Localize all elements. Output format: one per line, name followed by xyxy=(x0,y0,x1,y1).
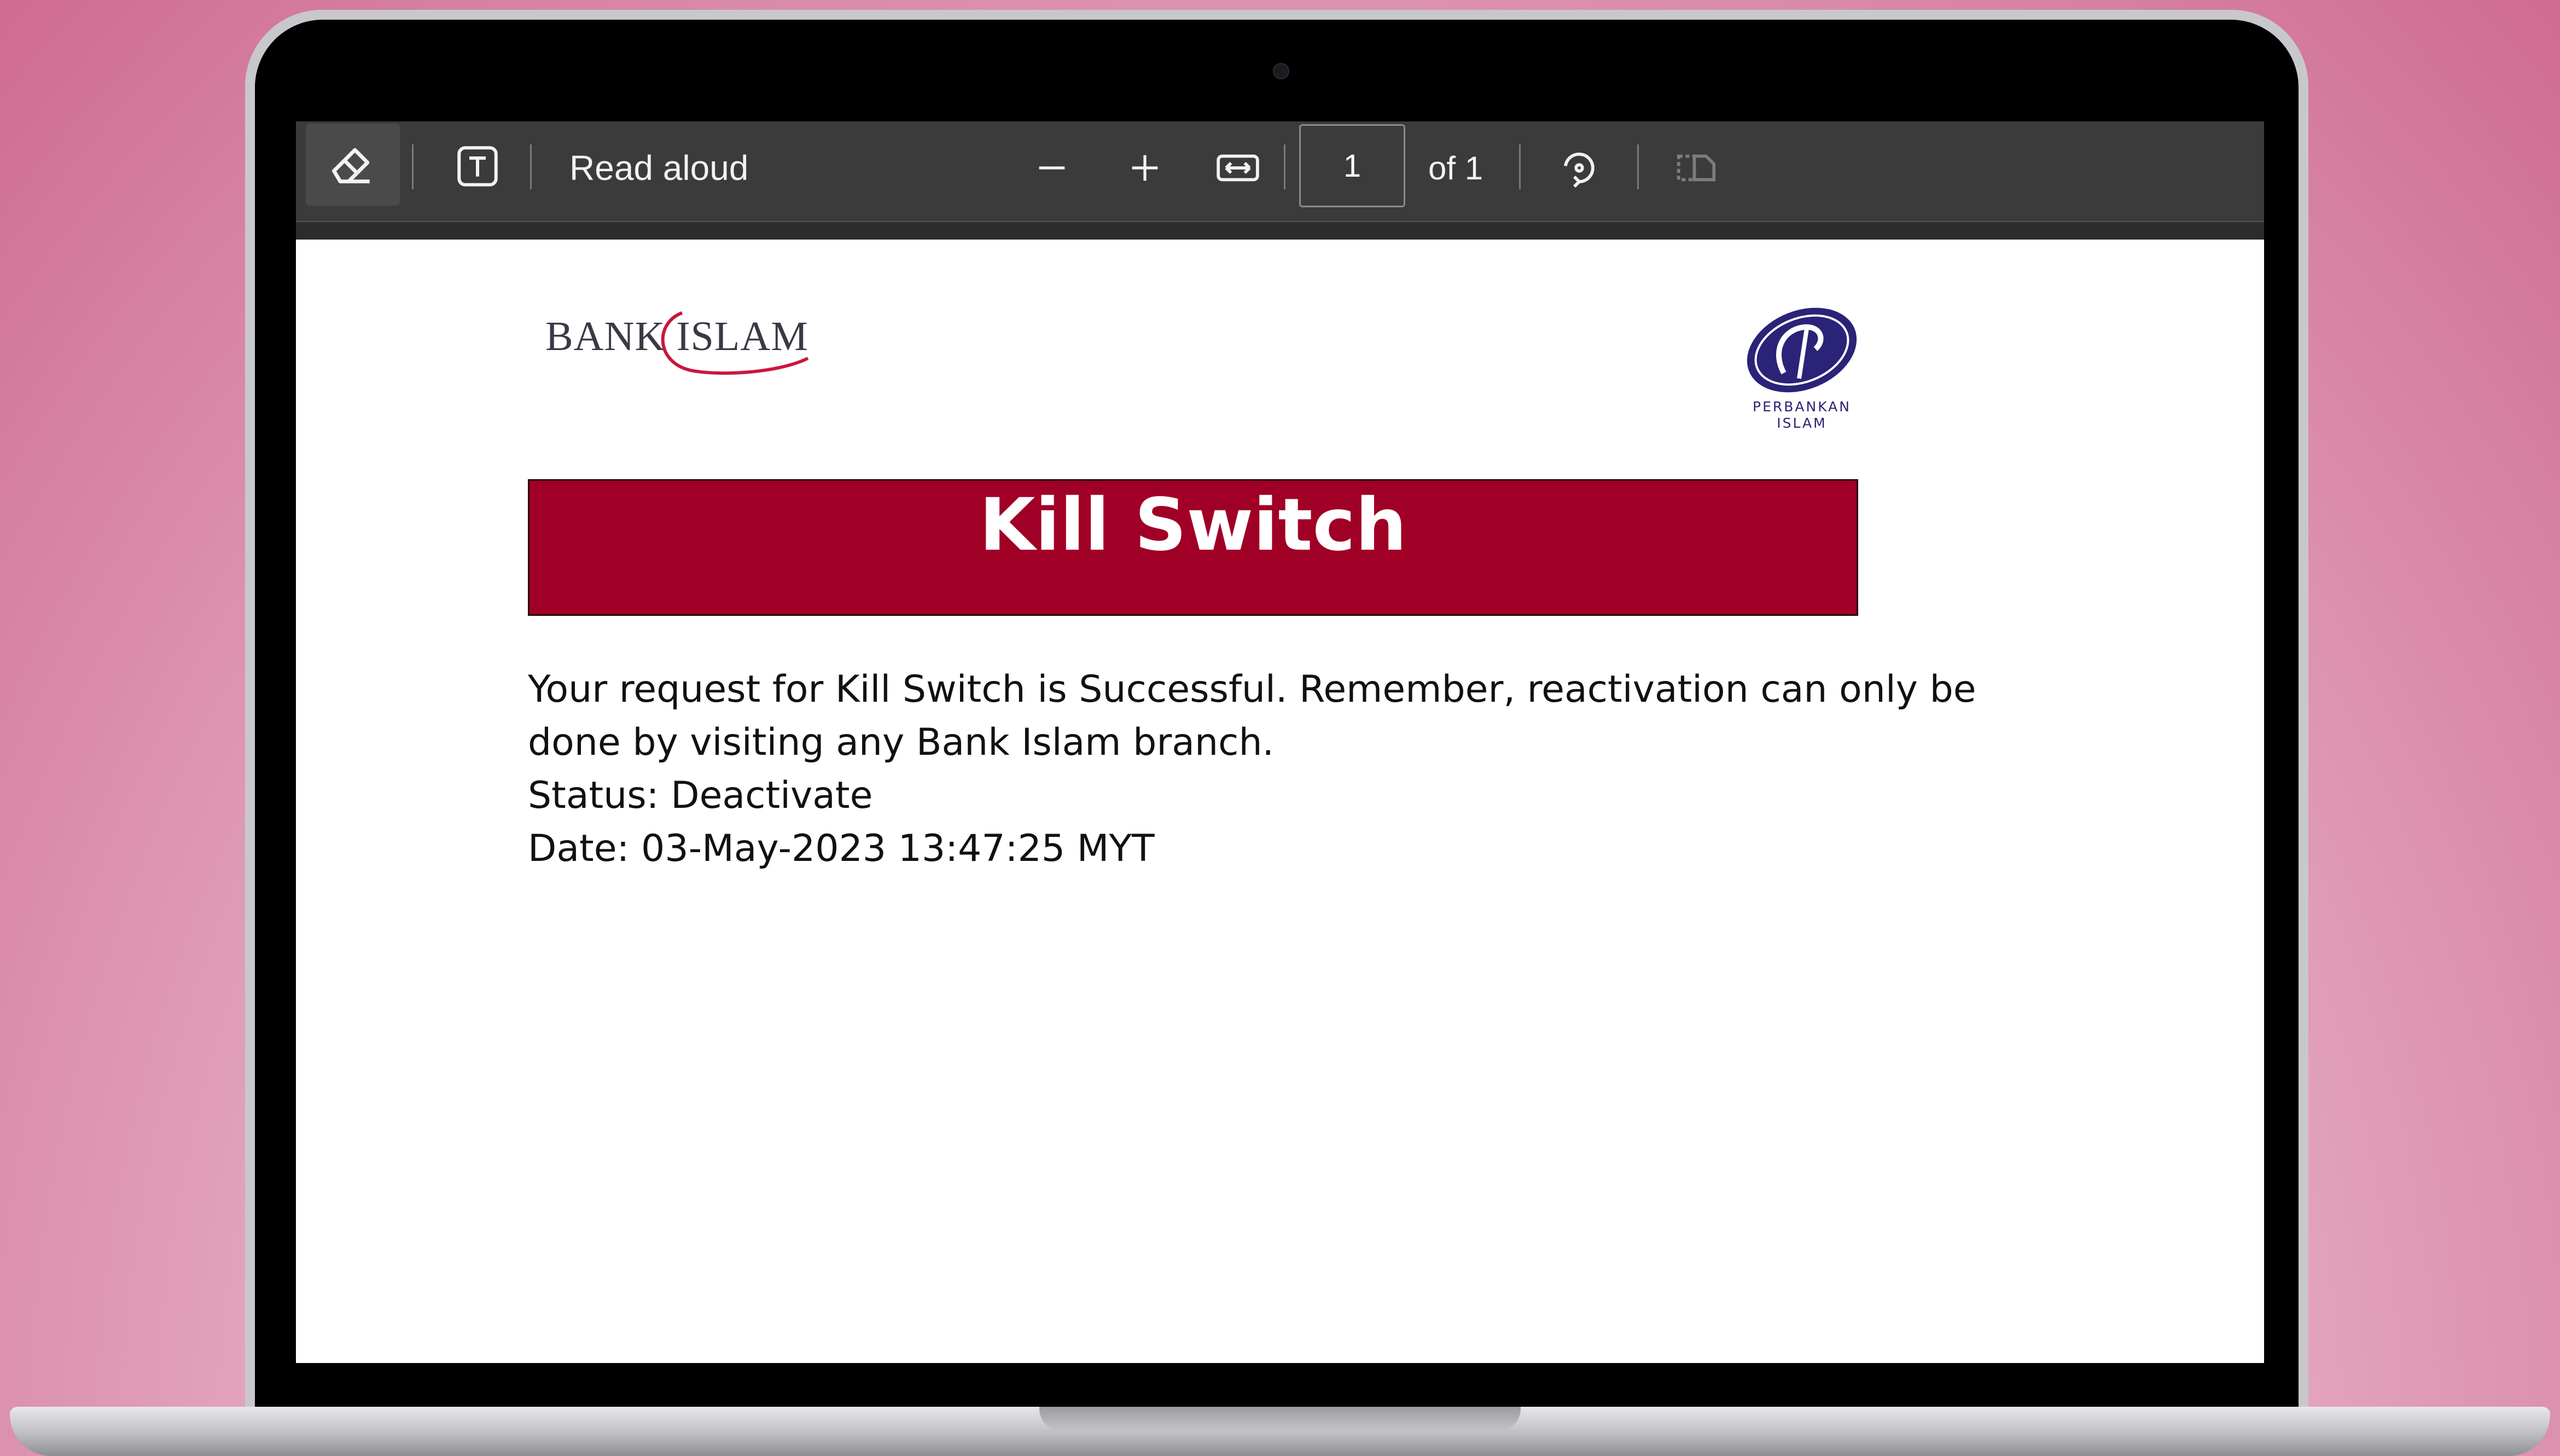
pdf-toolbar: Read aloud 1 of 1 xyxy=(296,121,2264,222)
page-total-text: of 1 xyxy=(1428,149,1483,187)
toolbar-divider xyxy=(1519,144,1521,189)
rotate-icon xyxy=(1564,153,1595,188)
message-line: Your request for Kill Switch is Successf… xyxy=(528,668,1976,711)
toolbar-divider xyxy=(1637,144,1639,189)
text-box-icon xyxy=(457,146,498,187)
date-line: Date: 03-May-2023 13:47:25 MYT xyxy=(528,827,1155,870)
perbankan-islam-logo: PERBANKAN ISLAM xyxy=(1747,307,1857,431)
kill-switch-banner: Kill Switch xyxy=(528,479,1858,616)
eraser-icon xyxy=(332,148,370,184)
pdf-viewer-screen: Read aloud 1 of 1 BANK ISLAM PERBANKAN I… xyxy=(296,121,2264,1363)
confirmation-message: Your request for Kill Switch is Successf… xyxy=(528,663,1976,875)
status-line: Status: Deactivate xyxy=(528,774,873,817)
eraser-button[interactable] xyxy=(306,124,400,206)
laptop-hinge-notch xyxy=(1039,1407,1521,1431)
banner-title: Kill Switch xyxy=(979,483,1407,567)
bank-islam-logo-swoosh xyxy=(661,311,809,375)
fit-width-button[interactable] xyxy=(1200,138,1276,198)
islam-text: ISLAM xyxy=(1777,415,1826,431)
toolbar-divider xyxy=(412,144,414,189)
message-line: done by visiting any Bank Islam branch. xyxy=(528,721,1275,764)
fit-width-icon xyxy=(1217,154,1259,182)
page-total-label: of 1 xyxy=(1428,138,1483,198)
add-text-button[interactable] xyxy=(439,133,516,199)
zoom-in-icon xyxy=(1132,155,1158,181)
read-aloud-label: Read aloud xyxy=(569,148,749,188)
toolbar-shadow-strip xyxy=(296,222,2264,240)
read-aloud-button[interactable]: Read aloud xyxy=(569,138,748,198)
toolbar-divider xyxy=(530,144,532,189)
zoom-in-button[interactable] xyxy=(1107,138,1183,198)
toolbar-divider xyxy=(1284,144,1285,189)
zoom-out-icon xyxy=(1039,166,1065,170)
page-number-input[interactable]: 1 xyxy=(1299,124,1405,207)
rotate-button[interactable] xyxy=(1541,138,1618,198)
webcam xyxy=(1273,63,1289,79)
two-page-view-icon xyxy=(1677,154,1716,182)
two-page-view-button[interactable] xyxy=(1658,138,1735,198)
perbankan-text: PERBANKAN xyxy=(1753,399,1851,415)
zoom-out-button[interactable] xyxy=(1014,138,1090,198)
